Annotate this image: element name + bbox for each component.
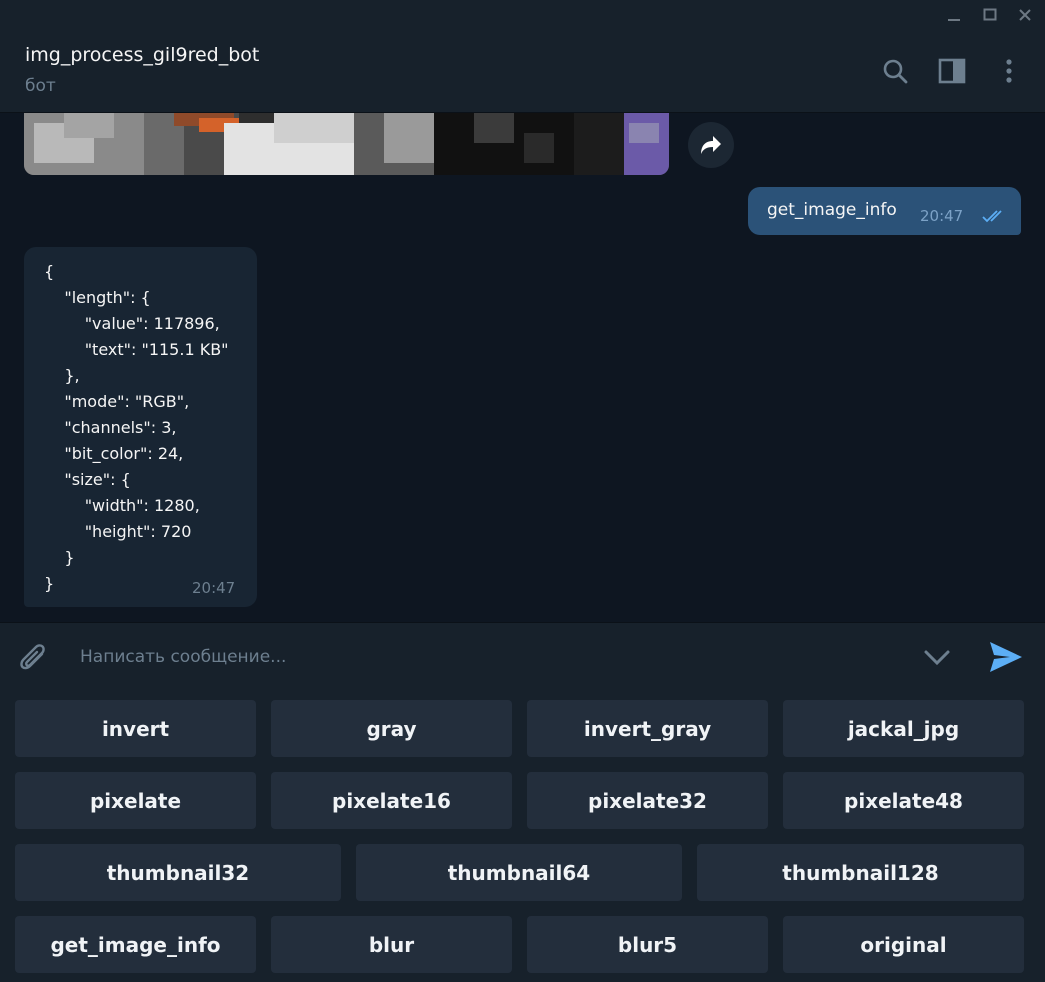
chat-status: бот (25, 76, 56, 96)
paperclip-icon[interactable] (16, 640, 50, 674)
kb-button-thumbnail32[interactable]: thumbnail32 (15, 844, 341, 901)
kb-button-blur[interactable]: blur (271, 916, 512, 973)
kb-button-thumbnail64[interactable]: thumbnail64 (356, 844, 682, 901)
kb-button-pixelate16[interactable]: pixelate16 (271, 772, 512, 829)
sidebar-toggle-icon[interactable] (936, 55, 968, 87)
kb-button-get-image-info[interactable]: get_image_info (15, 916, 256, 973)
kb-button-gray[interactable]: gray (271, 700, 512, 757)
outgoing-message-time: 20:47 (920, 207, 964, 225)
kb-button-pixelate[interactable]: pixelate (15, 772, 256, 829)
kb-button-pixelate32[interactable]: pixelate32 (527, 772, 768, 829)
bot-keyboard: invert gray invert_gray jackal_jpg pixel… (0, 690, 1045, 982)
double-check-icon (982, 208, 1010, 227)
forward-icon (701, 136, 721, 154)
more-vertical-icon[interactable] (993, 55, 1025, 87)
chat-header: img_process_gil9red_bot бот (0, 31, 1045, 113)
message-composer (0, 622, 1045, 691)
close-icon[interactable] (1013, 5, 1037, 25)
incoming-message-text: { "length": { "value": 117896, "text": "… (44, 262, 229, 593)
kb-button-thumbnail128[interactable]: thumbnail128 (697, 844, 1024, 901)
kb-button-blur5[interactable]: blur5 (527, 916, 768, 973)
outgoing-message-text: get_image_info (767, 200, 897, 220)
kb-button-invert[interactable]: invert (15, 700, 256, 757)
chat-title[interactable]: img_process_gil9red_bot (25, 44, 259, 66)
message-input[interactable] (78, 637, 902, 677)
kb-button-jackal-jpg[interactable]: jackal_jpg (783, 700, 1024, 757)
window-titlebar (0, 0, 1045, 31)
messages-area[interactable]: get_image_info 20:47 { "length": { "valu… (0, 113, 1045, 622)
incoming-message[interactable]: { "length": { "value": 117896, "text": "… (24, 247, 257, 607)
kb-button-invert-gray[interactable]: invert_gray (527, 700, 768, 757)
image-message-preview[interactable] (24, 113, 669, 175)
outgoing-message[interactable]: get_image_info 20:47 (748, 187, 1021, 235)
kb-button-pixelate48[interactable]: pixelate48 (783, 772, 1024, 829)
minimize-icon[interactable] (942, 5, 966, 25)
forward-button[interactable] (688, 122, 734, 168)
maximize-icon[interactable] (978, 5, 1002, 25)
search-icon[interactable] (879, 55, 911, 87)
kb-button-original[interactable]: original (783, 916, 1024, 973)
send-icon[interactable] (986, 637, 1026, 677)
incoming-message-time: 20:47 (192, 579, 236, 597)
chevron-down-icon[interactable] (920, 641, 954, 675)
